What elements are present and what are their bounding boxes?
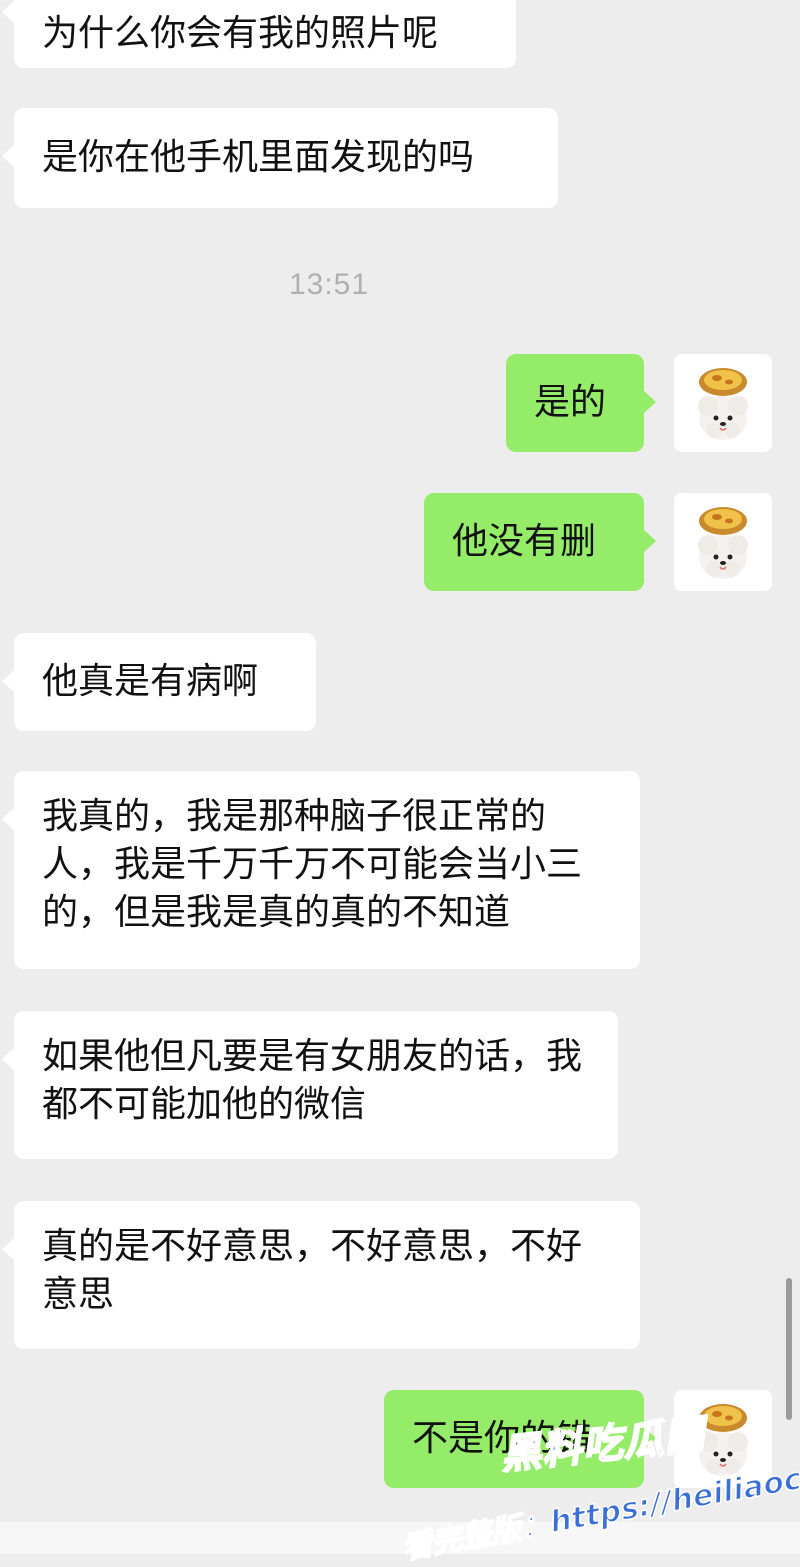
scrollbar[interactable]: [786, 1278, 792, 1420]
poodle-with-egg-tart-icon: [674, 493, 772, 591]
message-text: 是的: [534, 382, 607, 423]
chat-message-list[interactable]: 为什么你会有我的照片呢 是你在他手机里面发现的吗 13:51 是的 他没有删 他…: [0, 0, 800, 1554]
message-bubble-incoming[interactable]: 如果他但凡要是有女朋友的话，我都不可能加他的微信: [2, 1011, 618, 1159]
message-timestamp: 13:51: [288, 268, 370, 301]
user-avatar[interactable]: [674, 1390, 772, 1488]
message-bubble-incoming[interactable]: 真的是不好意思，不好意思，不好意思: [2, 1201, 640, 1349]
poodle-with-egg-tart-icon: [674, 354, 772, 452]
message-text: 是你在他手机里面发现的吗: [42, 137, 475, 178]
user-avatar[interactable]: [674, 493, 772, 591]
user-avatar[interactable]: [674, 354, 772, 452]
message-bubble-outgoing[interactable]: 不是你的错: [384, 1390, 656, 1488]
message-text: 真的是不好意思，不好意思，不好意思: [42, 1226, 583, 1315]
message-bubble-incoming[interactable]: 我真的，我是那种脑子很正常的人，我是千万千万不可能会当小三的，但是我是真的真的不…: [2, 771, 640, 969]
message-text: 他真是有病啊: [42, 661, 259, 702]
message-bubble-incoming[interactable]: 是你在他手机里面发现的吗: [2, 108, 558, 208]
message-bubble-incoming[interactable]: 他真是有病啊: [2, 633, 316, 731]
message-text: 如果他但凡要是有女朋友的话，我都不可能加他的微信: [42, 1036, 583, 1125]
message-bubble-outgoing[interactable]: 是的: [506, 354, 656, 452]
message-bubble-incoming[interactable]: 为什么你会有我的照片呢: [2, 0, 516, 68]
message-text: 他没有删: [452, 521, 597, 562]
input-bar[interactable]: [0, 1522, 800, 1554]
message-text: 为什么你会有我的照片呢: [42, 13, 439, 54]
message-bubble-outgoing[interactable]: 他没有删: [424, 493, 656, 591]
message-text: 我真的，我是那种脑子很正常的人，我是千万千万不可能会当小三的，但是我是真的真的不…: [42, 796, 583, 933]
message-text: 不是你的错: [412, 1418, 593, 1459]
poodle-with-egg-tart-icon: [674, 1390, 772, 1488]
